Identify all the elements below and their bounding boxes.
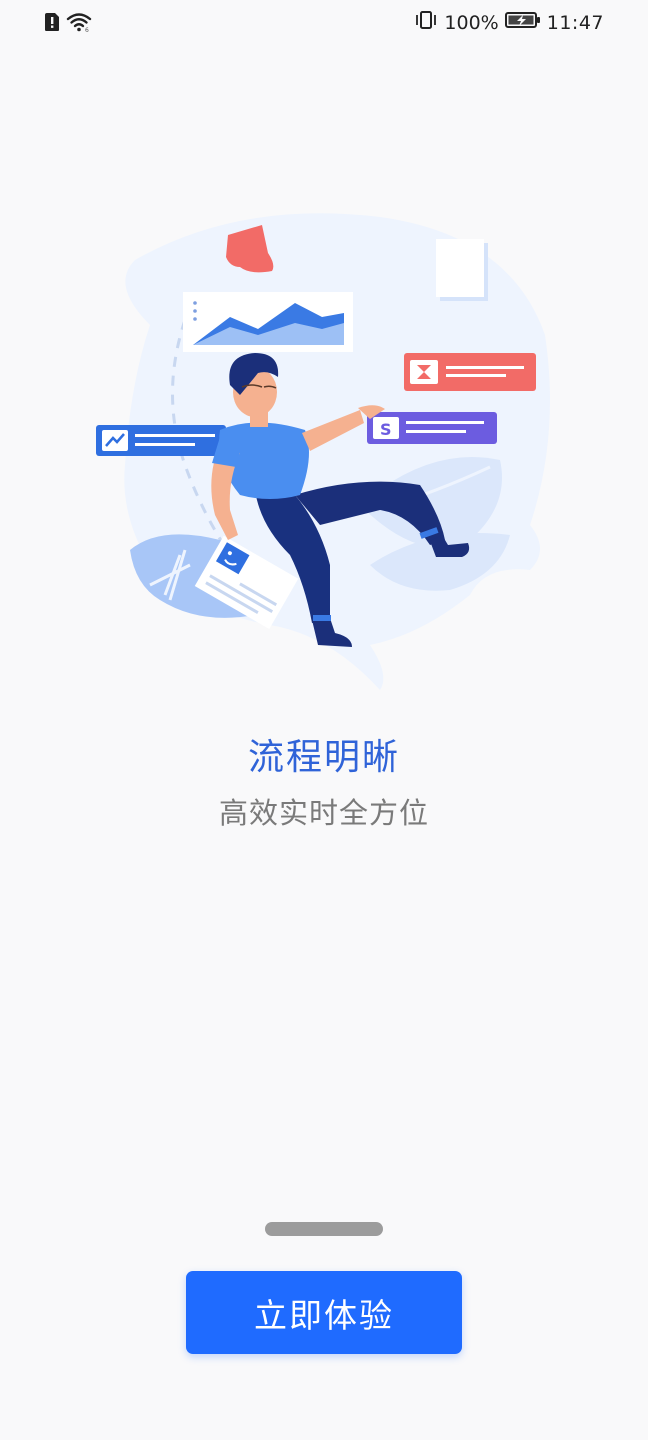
svg-text:S: S	[380, 420, 392, 439]
status-bar: 6 100% 11:47	[0, 0, 648, 44]
status-right: 100% 11:47	[414, 10, 604, 35]
battery-charging-icon	[504, 10, 541, 35]
svg-text:6: 6	[85, 27, 89, 33]
onboarding-screen: 6 100% 11:47 S 流程明晰 高效实时全方位 立即体验	[0, 0, 648, 1440]
onboarding-illustration: S	[90, 205, 560, 695]
vibrate-icon	[414, 10, 438, 35]
sim-alert-icon	[44, 12, 60, 37]
try-now-button[interactable]: 立即体验	[186, 1271, 462, 1354]
clock: 11:47	[546, 11, 604, 34]
battery-percent: 100%	[444, 11, 499, 34]
page-indicator	[265, 1222, 383, 1236]
status-left: 6	[44, 11, 94, 38]
onboarding-subtitle: 高效实时全方位	[218, 796, 429, 830]
onboarding-title: 流程明晰	[247, 737, 400, 778]
wifi-icon: 6	[66, 11, 94, 38]
